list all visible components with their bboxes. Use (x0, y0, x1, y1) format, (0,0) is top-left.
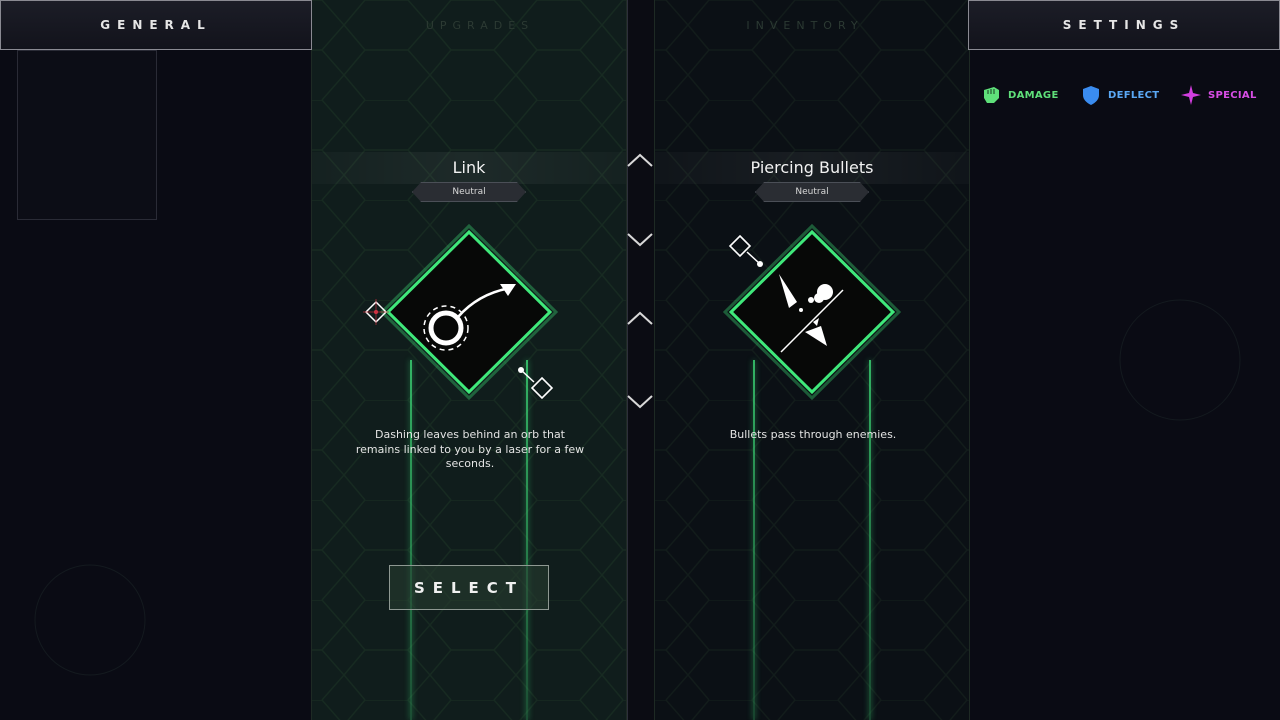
chevron-down-icon[interactable] (627, 392, 653, 410)
legend-label: SPECIAL (1208, 89, 1257, 101)
chevron-up-icon[interactable] (627, 310, 653, 328)
glow-line (869, 360, 871, 720)
scroll-up-icon[interactable] (627, 152, 653, 170)
tab-inventory-faint: INVENTORY (746, 18, 864, 32)
shield-icon (1083, 86, 1099, 105)
glow-line (526, 360, 528, 720)
upgrade-card-link[interactable]: Link Neutral Dashing leaves behind an or… (311, 0, 627, 720)
legend-damage: DAMAGE (980, 84, 1059, 106)
card-title: Piercing Bullets (750, 158, 874, 177)
card-description: Dashing leaves behind an orb that remain… (355, 428, 585, 470)
tab-general[interactable]: GENERAL (0, 0, 312, 50)
fist-icon (984, 87, 999, 103)
card-tag: Neutral (755, 182, 869, 202)
legend-label: DAMAGE (1008, 89, 1059, 101)
left-info-panel (17, 50, 157, 220)
scroll-divider (627, 0, 655, 720)
tab-upgrades-faint: UPGRADES (425, 18, 535, 32)
card-title: Link (452, 158, 486, 177)
legend-special: SPECIAL (1180, 84, 1257, 106)
card-tag: Neutral (412, 182, 526, 202)
sparkle-icon (1181, 85, 1201, 105)
card-description: Bullets pass through enemies. (729, 428, 897, 441)
piercing-bullet-icon (722, 223, 902, 401)
orb-laser-icon (363, 223, 559, 401)
legend-deflect: DEFLECT (1080, 84, 1159, 106)
legend-label: DEFLECT (1108, 89, 1160, 101)
scroll-down-icon[interactable] (627, 230, 653, 248)
select-button[interactable]: SELECT (389, 565, 549, 610)
upgrade-card-piercing-bullets[interactable]: Piercing Bullets Neutral Bullets pass th… (654, 0, 970, 720)
tab-settings[interactable]: SETTINGS (968, 0, 1280, 50)
glow-line (753, 360, 755, 720)
glow-line (410, 360, 412, 720)
